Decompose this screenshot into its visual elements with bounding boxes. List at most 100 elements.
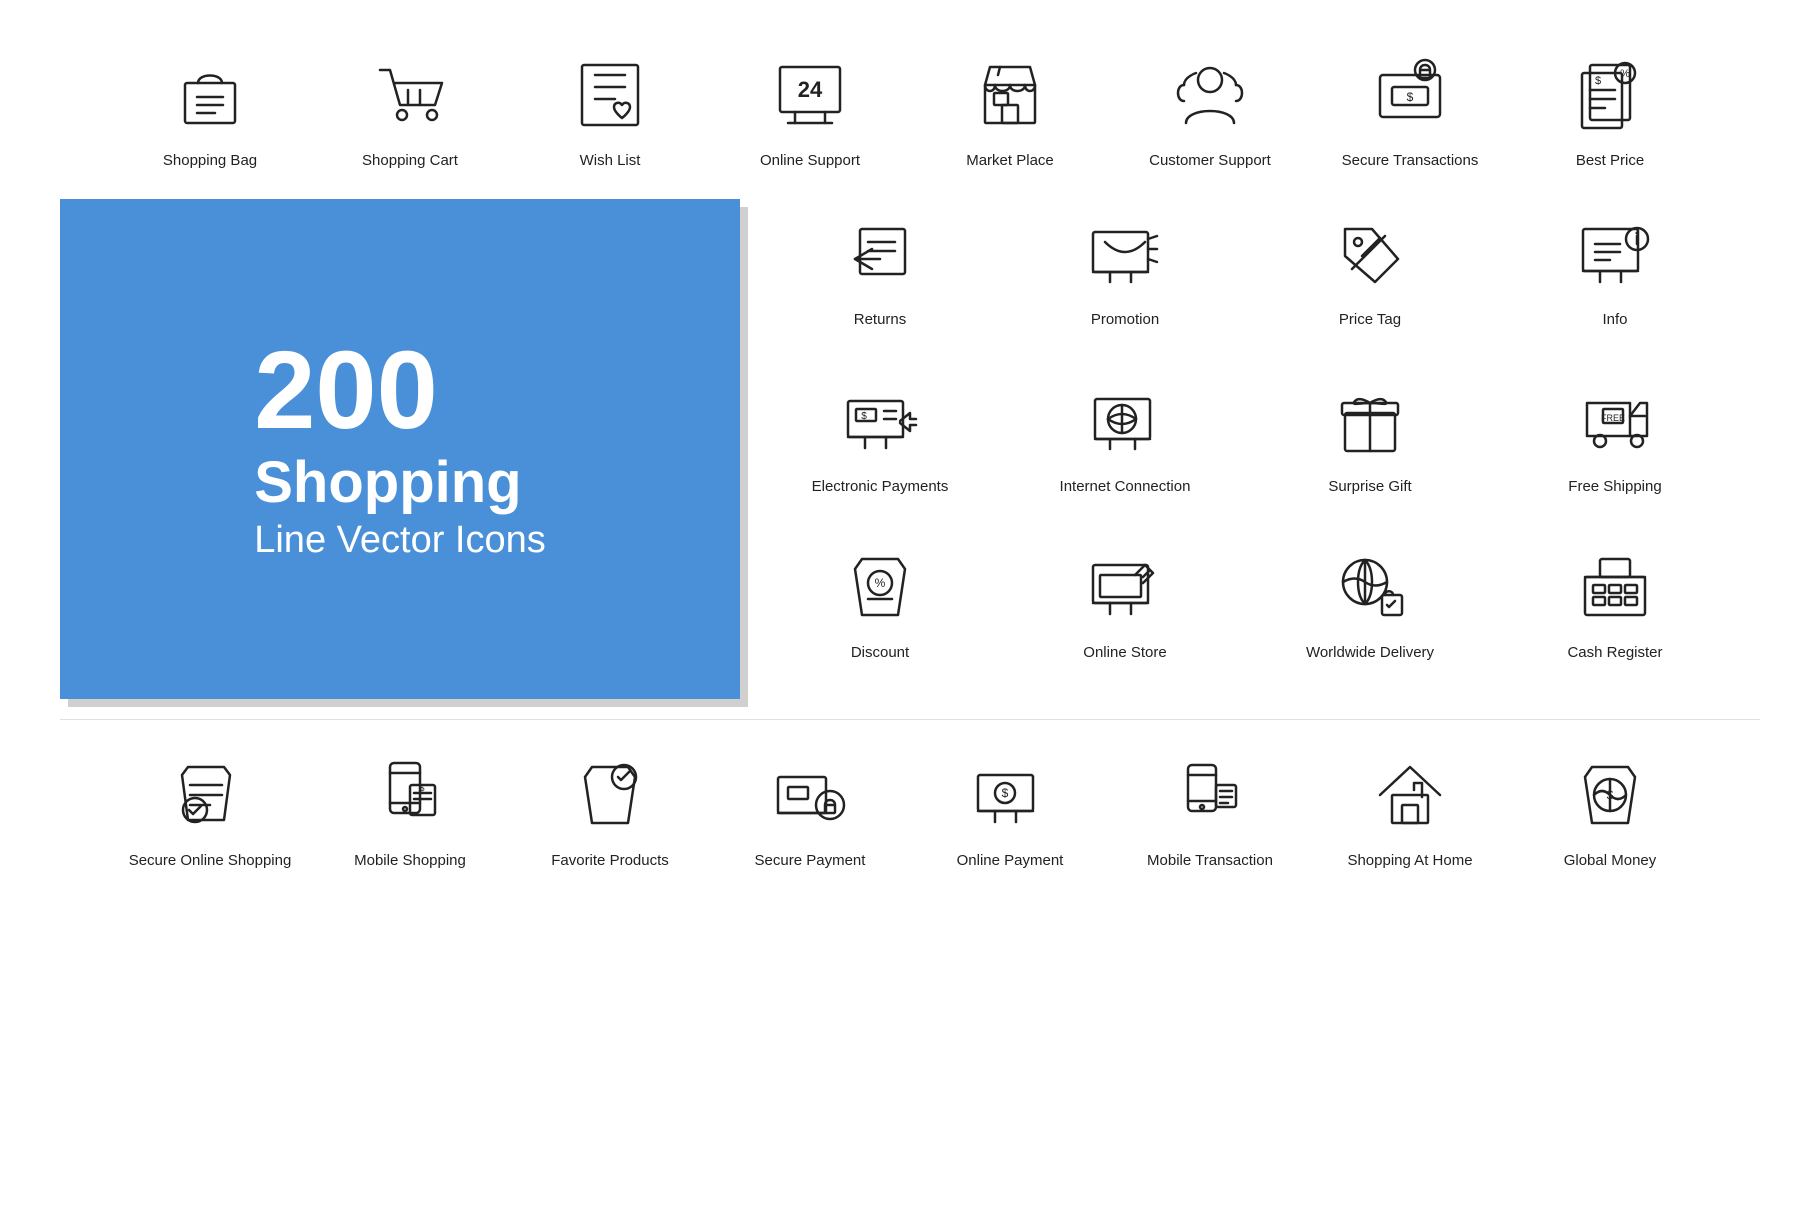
icon-cell-price-tag: Price Tag <box>1270 199 1470 366</box>
bottom-icon-row: Secure Online Shopping $ Mobile Shopping <box>60 719 1760 879</box>
online-support-label: Online Support <box>760 152 860 169</box>
icon-cell-worldwide-delivery: Worldwide Delivery <box>1270 532 1470 699</box>
customer-support-icon <box>1165 50 1255 140</box>
returns-icon <box>835 209 925 299</box>
secure-online-shopping-icon <box>165 750 255 840</box>
blue-box-number: 200 <box>254 336 546 446</box>
online-support-icon: 24 <box>765 50 855 140</box>
icon-cell-secure-transactions: $ Secure Transactions <box>1310 40 1510 179</box>
icon-cell-shopping-cart: Shopping Cart <box>310 40 510 179</box>
shopping-cart-icon <box>365 50 455 140</box>
svg-text:$: $ <box>419 783 424 793</box>
icon-cell-market-place: Market Place <box>910 40 1110 179</box>
mobile-transaction-icon <box>1165 750 1255 840</box>
promotion-label: Promotion <box>1091 311 1159 328</box>
blue-box: 200 Shopping Line Vector Icons <box>60 199 740 699</box>
secure-transactions-icon: $ <box>1365 50 1455 140</box>
returns-label: Returns <box>854 311 907 328</box>
discount-icon: % <box>835 542 925 632</box>
icon-cell-online-store: Online Store <box>1025 532 1225 699</box>
mobile-shopping-label: Mobile Shopping <box>354 852 466 869</box>
shopping-cart-label: Shopping Cart <box>362 152 458 169</box>
svg-text:$: $ <box>1607 788 1614 802</box>
info-icon <box>1570 209 1660 299</box>
blue-box-title: Shopping <box>254 451 546 515</box>
svg-text:$: $ <box>1595 75 1601 87</box>
icon-cell-mobile-transaction: Mobile Transaction <box>1110 740 1310 879</box>
icon-cell-electronic-payments: $ Electronic Payments <box>780 366 980 533</box>
electronic-payments-icon: $ <box>835 376 925 466</box>
icon-cell-global-money: $ Global Money <box>1510 740 1710 879</box>
mobile-shopping-icon: $ <box>365 750 455 840</box>
customer-support-label: Customer Support <box>1149 152 1271 169</box>
surprise-gift-label: Surprise Gift <box>1328 478 1411 495</box>
icon-cell-shopping-at-home: Shopping At Home <box>1310 740 1510 879</box>
promotion-icon <box>1080 209 1170 299</box>
blue-box-content: 200 Shopping Line Vector Icons <box>254 336 546 563</box>
svg-text:24: 24 <box>798 77 823 102</box>
worldwide-delivery-icon <box>1325 542 1415 632</box>
icon-cell-online-support: 24 Online Support <box>710 40 910 179</box>
icon-cell-promotion: Promotion <box>1025 199 1225 366</box>
icon-cell-mobile-shopping: $ Mobile Shopping <box>310 740 510 879</box>
free-shipping-label: Free Shipping <box>1568 478 1661 495</box>
icon-cell-customer-support: Customer Support <box>1110 40 1310 179</box>
secure-payment-icon <box>765 750 855 840</box>
discount-label: Discount <box>851 644 909 661</box>
icon-cell-shopping-bag: Shopping Bag <box>110 40 310 179</box>
svg-text:$: $ <box>861 411 867 422</box>
shopping-at-home-icon <box>1365 750 1455 840</box>
icon-cell-wish-list: Wish List <box>510 40 710 179</box>
icon-cell-internet-connection: Internet Connection <box>1025 366 1225 533</box>
wish-list-label: Wish List <box>580 152 641 169</box>
online-store-label: Online Store <box>1083 644 1166 661</box>
svg-text:FREE: FREE <box>1601 413 1625 423</box>
internet-connection-icon <box>1080 376 1170 466</box>
market-place-label: Market Place <box>966 152 1054 169</box>
icon-cell-favorite-products: Favorite Products <box>510 740 710 879</box>
shopping-bag-icon <box>165 50 255 140</box>
cash-register-icon <box>1570 542 1660 632</box>
best-price-icon: % $ <box>1565 50 1655 140</box>
blue-box-subtitle: Line Vector Icons <box>254 519 546 562</box>
online-store-icon <box>1080 542 1170 632</box>
shopping-bag-label: Shopping Bag <box>163 152 257 169</box>
cash-register-label: Cash Register <box>1567 644 1662 661</box>
surprise-gift-icon <box>1325 376 1415 466</box>
worldwide-delivery-label: Worldwide Delivery <box>1306 644 1434 661</box>
free-shipping-icon: FREE <box>1570 376 1660 466</box>
price-tag-label: Price Tag <box>1339 311 1401 328</box>
favorite-products-icon <box>565 750 655 840</box>
page-wrapper: Shopping Bag Shopping Cart <box>0 0 1820 919</box>
secure-online-shopping-label: Secure Online Shopping <box>129 852 292 869</box>
secure-transactions-label: Secure Transactions <box>1342 152 1479 169</box>
svg-text:$: $ <box>1407 90 1414 104</box>
svg-text:%: % <box>875 576 886 590</box>
secure-payment-label: Secure Payment <box>755 852 866 869</box>
icon-cell-info: Info <box>1515 199 1715 366</box>
wish-list-icon <box>565 50 655 140</box>
icon-cell-cash-register: Cash Register <box>1515 532 1715 699</box>
mobile-transaction-label: Mobile Transaction <box>1147 852 1273 869</box>
global-money-label: Global Money <box>1564 852 1657 869</box>
electronic-payments-label: Electronic Payments <box>812 478 949 495</box>
svg-text:$: $ <box>1002 786 1009 800</box>
icon-cell-discount: % Discount <box>780 532 980 699</box>
shopping-at-home-label: Shopping At Home <box>1347 852 1472 869</box>
info-label: Info <box>1602 311 1627 328</box>
middle-right-grid: Returns Promotion <box>740 199 1760 699</box>
icon-cell-best-price: % $ Best Price <box>1510 40 1710 179</box>
icon-cell-secure-payment: Secure Payment <box>710 740 910 879</box>
icon-cell-surprise-gift: Surprise Gift <box>1270 366 1470 533</box>
favorite-products-label: Favorite Products <box>551 852 669 869</box>
svg-text:%: % <box>1620 68 1630 80</box>
global-money-icon: $ <box>1565 750 1655 840</box>
market-place-icon <box>965 50 1055 140</box>
internet-connection-label: Internet Connection <box>1060 478 1191 495</box>
icon-cell-returns: Returns <box>780 199 980 366</box>
middle-section: 200 Shopping Line Vector Icons Re <box>60 199 1760 699</box>
online-payment-label: Online Payment <box>957 852 1064 869</box>
icon-cell-free-shipping: FREE Free Shipping <box>1515 366 1715 533</box>
top-icon-row: Shopping Bag Shopping Cart <box>60 40 1760 179</box>
price-tag-icon <box>1325 209 1415 299</box>
